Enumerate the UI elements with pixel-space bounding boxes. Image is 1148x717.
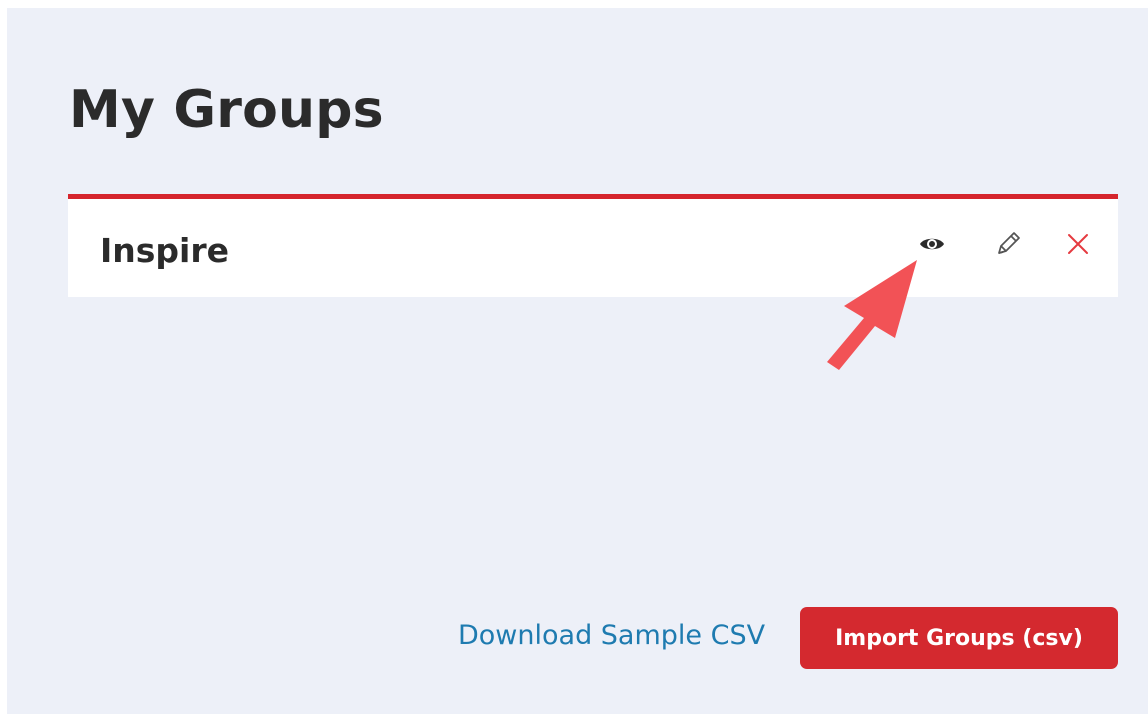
eye-icon (920, 238, 944, 250)
download-sample-csv-link[interactable]: Download Sample CSV (458, 620, 765, 651)
groups-panel: My Groups Inspire Download Sample CSV Im… (7, 8, 1148, 714)
close-icon (1068, 234, 1088, 254)
delete-group-button[interactable] (1064, 230, 1092, 258)
pencil-icon (998, 232, 1020, 254)
page-title: My Groups (69, 80, 384, 140)
import-groups-button[interactable]: Import Groups (csv) (800, 607, 1118, 669)
group-card: Inspire (68, 194, 1118, 297)
edit-group-button[interactable] (994, 230, 1022, 258)
pointer-arrow-icon (827, 260, 917, 370)
view-group-button[interactable] (918, 230, 946, 258)
group-name: Inspire (100, 231, 230, 270)
